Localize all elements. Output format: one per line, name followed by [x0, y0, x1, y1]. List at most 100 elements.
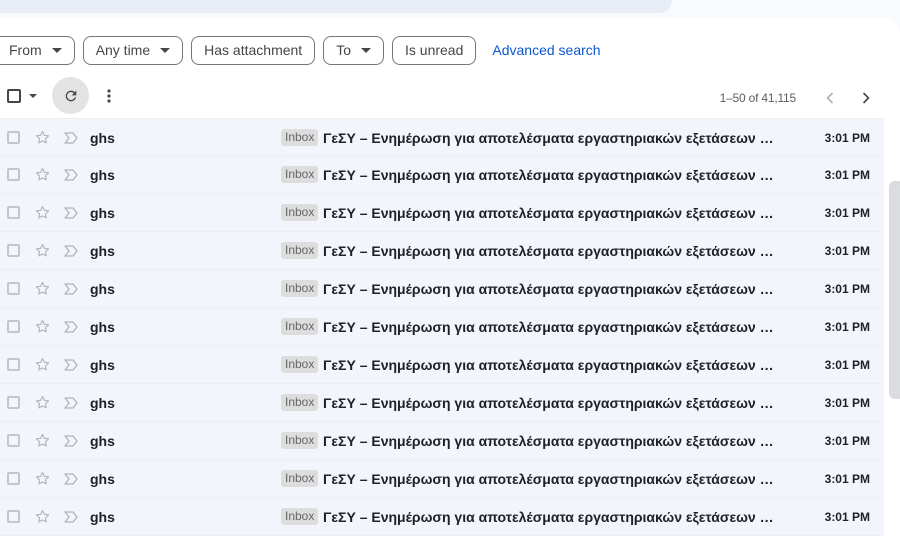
email-row[interactable]: ghs Inbox ΓεΣΥ – Ενημέρωση για αποτελέσμ… — [0, 422, 884, 460]
email-sender: ghs — [90, 281, 115, 297]
email-time: 3:01 PM — [824, 244, 870, 258]
email-row[interactable]: ghs Inbox ΓεΣΥ – Ενημέρωση για αποτελέσμ… — [0, 308, 884, 346]
star-outline-icon[interactable] — [34, 129, 51, 146]
important-outline-icon[interactable] — [63, 433, 79, 449]
inbox-label-badge: Inbox — [281, 470, 319, 487]
star-outline-icon[interactable] — [34, 432, 51, 449]
email-subject: ΓεΣΥ – Ενημέρωση για αποτελέσματα εργαστ… — [323, 243, 775, 259]
email-subject: ΓεΣΥ – Ενημέρωση για αποτελέσματα εργαστ… — [323, 281, 775, 297]
email-subject: ΓεΣΥ – Ενημέρωση για αποτελέσματα εργαστ… — [323, 471, 775, 487]
any-time-filter-label: Any time — [95, 42, 151, 58]
email-subject: ΓεΣΥ – Ενημέρωση για αποτελέσματα εργαστ… — [323, 395, 775, 411]
row-checkbox[interactable] — [7, 244, 20, 257]
email-sender: ghs — [90, 130, 115, 146]
important-outline-icon[interactable] — [63, 205, 79, 221]
email-subject: ΓεΣΥ – Ενημέρωση για αποτελέσματα εργαστ… — [323, 130, 775, 146]
advanced-search-link[interactable]: Advanced search — [492, 42, 600, 58]
pagination: 1–50 of 41,115 — [720, 88, 884, 108]
important-outline-icon[interactable] — [63, 319, 79, 335]
email-sender: ghs — [90, 433, 115, 449]
star-outline-icon[interactable] — [34, 280, 51, 297]
refresh-icon — [65, 90, 76, 101]
chevron-down-icon — [361, 47, 371, 53]
newer-page-button[interactable] — [848, 88, 884, 108]
email-sender: ghs — [90, 509, 115, 525]
email-time: 3:01 PM — [824, 320, 870, 334]
important-outline-icon[interactable] — [63, 509, 79, 525]
row-checkbox[interactable] — [7, 396, 20, 409]
more-options-button[interactable] — [101, 86, 117, 106]
chevron-down-icon — [160, 47, 171, 53]
star-outline-icon[interactable] — [34, 318, 51, 335]
star-outline-icon[interactable] — [34, 394, 51, 411]
email-row[interactable]: ghs Inbox ΓεΣΥ – Ενημέρωση για αποτελέσμ… — [0, 498, 884, 536]
from-filter-label: From — [9, 42, 42, 58]
email-sender: ghs — [90, 471, 115, 487]
email-row[interactable]: ghs Inbox ΓεΣΥ – Ενημέρωση για αποτελέσμ… — [0, 270, 884, 308]
email-row[interactable]: ghs Inbox ΓεΣΥ – Ενημέρωση για αποτελέσμ… — [0, 460, 884, 498]
inbox-label-badge: Inbox — [281, 166, 319, 183]
email-row[interactable]: ghs Inbox ΓεΣΥ – Ενημέρωση για αποτελέσμ… — [0, 384, 884, 422]
star-outline-icon[interactable] — [34, 242, 51, 259]
has-attachment-label: Has attachment — [204, 42, 303, 58]
important-outline-icon[interactable] — [63, 167, 79, 183]
more-vert-icon — [107, 89, 111, 103]
email-subject: ΓεΣΥ – Ενημέρωση για αποτελέσματα εργαστ… — [323, 357, 775, 373]
chevron-down-icon[interactable] — [29, 94, 37, 98]
email-sender: ghs — [90, 319, 115, 335]
chevron-left-icon — [826, 92, 834, 104]
important-outline-icon[interactable] — [63, 395, 79, 411]
email-time: 3:01 PM — [824, 510, 870, 524]
email-subject: ΓεΣΥ – Ενημέρωση για αποτελέσματα εργαστ… — [323, 167, 775, 183]
older-page-button[interactable] — [812, 88, 848, 108]
row-checkbox[interactable] — [7, 282, 20, 295]
row-checkbox[interactable] — [7, 510, 20, 523]
important-outline-icon[interactable] — [63, 281, 79, 297]
email-time: 3:01 PM — [824, 396, 870, 410]
important-outline-icon[interactable] — [63, 357, 79, 373]
scrollbar-thumb[interactable] — [889, 181, 900, 399]
inbox-label-badge: Inbox — [281, 204, 319, 221]
inbox-label-badge: Inbox — [281, 280, 319, 297]
star-outline-icon[interactable] — [34, 166, 51, 183]
chevron-down-icon — [51, 47, 62, 53]
email-time: 3:01 PM — [824, 131, 870, 145]
row-checkbox[interactable] — [7, 358, 20, 371]
email-sender: ghs — [90, 243, 115, 259]
inbox-label-badge: Inbox — [281, 508, 319, 525]
checkbox-icon[interactable] — [7, 89, 21, 103]
row-checkbox[interactable] — [7, 320, 20, 333]
row-checkbox[interactable] — [7, 206, 20, 219]
inbox-label-badge: Inbox — [281, 432, 319, 449]
email-row[interactable]: ghs Inbox ΓεΣΥ – Ενημέρωση για αποτελέσμ… — [0, 346, 884, 384]
inbox-label-badge: Inbox — [281, 129, 319, 146]
star-outline-icon[interactable] — [34, 470, 51, 487]
email-row[interactable]: ghs Inbox ΓεΣΥ – Ενημέρωση για αποτελέσμ… — [0, 194, 884, 232]
row-checkbox[interactable] — [7, 131, 20, 144]
chevron-right-icon — [862, 92, 870, 104]
row-checkbox[interactable] — [7, 168, 20, 181]
important-outline-icon[interactable] — [63, 243, 79, 259]
email-subject: ΓεΣΥ – Ενημέρωση για αποτελέσματα εργαστ… — [323, 433, 775, 449]
is-unread-label: Is unread — [405, 42, 464, 58]
email-sender: ghs — [90, 205, 115, 221]
star-outline-icon[interactable] — [34, 508, 51, 525]
email-row[interactable]: ghs Inbox ΓεΣΥ – Ενημέρωση για αποτελέσμ… — [0, 232, 884, 270]
inbox-label-badge: Inbox — [281, 318, 319, 335]
email-row[interactable]: ghs Inbox ΓεΣΥ – Ενημέρωση για αποτελέσμ… — [0, 118, 884, 156]
star-outline-icon[interactable] — [34, 356, 51, 373]
email-time: 3:01 PM — [824, 206, 870, 220]
email-subject: ΓεΣΥ – Ενημέρωση για αποτελέσματα εργαστ… — [323, 205, 775, 221]
important-outline-icon[interactable] — [63, 471, 79, 487]
row-checkbox[interactable] — [7, 434, 20, 447]
email-row[interactable]: ghs Inbox ΓεΣΥ – Ενημέρωση για αποτελέσμ… — [0, 156, 884, 194]
row-checkbox[interactable] — [7, 472, 20, 485]
important-outline-icon[interactable] — [63, 130, 79, 146]
email-time: 3:01 PM — [824, 358, 870, 372]
email-list: ghs Inbox ΓεΣΥ – Ενημέρωση για αποτελέσμ… — [0, 118, 884, 536]
email-subject: ΓεΣΥ – Ενημέρωση για αποτελέσματα εργαστ… — [323, 509, 775, 525]
email-sender: ghs — [90, 395, 115, 411]
email-sender: ghs — [90, 167, 115, 183]
refresh-button[interactable] — [52, 77, 89, 114]
star-outline-icon[interactable] — [34, 204, 51, 221]
